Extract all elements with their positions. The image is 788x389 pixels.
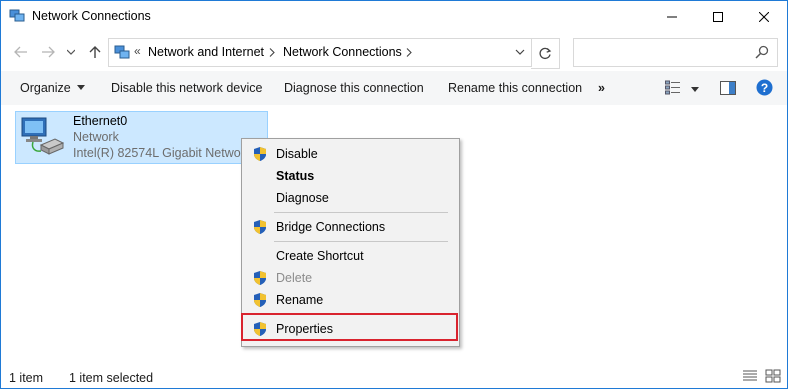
minimize-button[interactable]: [649, 1, 695, 32]
network-connections-icon: [9, 9, 25, 22]
up-button[interactable]: [85, 44, 105, 60]
search-icon: [755, 45, 769, 59]
network-adapter-icon: [21, 117, 65, 155]
window-title: Network Connections: [32, 9, 151, 23]
maximize-icon: [713, 11, 723, 22]
connection-status: Network: [73, 130, 119, 144]
arrow-right-icon: [42, 46, 55, 58]
uac-shield-icon: [254, 322, 266, 336]
change-view-icon[interactable]: [665, 80, 681, 95]
uac-shield-icon: [254, 220, 266, 234]
back-button[interactable]: [11, 44, 31, 60]
diagnose-connection-button[interactable]: Diagnose this connection: [284, 81, 424, 95]
disable-device-button[interactable]: Disable this network device: [111, 81, 262, 95]
caret-down-icon: [76, 85, 85, 90]
large-icons-view-icon[interactable]: [765, 369, 781, 383]
chevron-right-icon[interactable]: [269, 48, 275, 57]
uac-shield-icon: [254, 293, 266, 307]
command-bar: Organize Disable this network device Dia…: [1, 71, 787, 105]
menu-item-delete: Delete: [244, 267, 457, 289]
refresh-button[interactable]: [531, 38, 560, 69]
menu-item-label: Delete: [276, 271, 313, 285]
menu-item-bridge-connections[interactable]: Bridge Connections: [244, 216, 457, 238]
recent-locations-button[interactable]: [64, 44, 78, 60]
search-box[interactable]: [573, 38, 778, 67]
menu-separator: [274, 212, 448, 213]
item-count: 1 item: [9, 371, 44, 385]
menu-item-properties[interactable]: Properties: [244, 318, 457, 340]
menu-item-label: Disable: [276, 147, 318, 161]
close-button[interactable]: [741, 1, 787, 32]
refresh-icon: [538, 47, 551, 60]
menu-item-label: Rename: [276, 293, 324, 307]
menu-item-status[interactable]: Status: [244, 165, 457, 187]
address-row: « Network and Internet Network Connectio…: [1, 32, 787, 70]
more-commands-button[interactable]: »: [598, 81, 605, 95]
chevron-right-icon[interactable]: [406, 48, 412, 57]
view-options-dropdown[interactable]: [691, 87, 699, 92]
status-bar: 1 item 1 item selected: [1, 363, 787, 388]
uac-shield-icon: [254, 271, 266, 285]
menu-item-diagnose[interactable]: Diagnose: [244, 187, 457, 209]
menu-item-create-shortcut[interactable]: Create Shortcut: [244, 245, 457, 267]
menu-item-label: Properties: [276, 322, 333, 336]
breadcrumb-network-connections[interactable]: Network Connections: [283, 45, 402, 59]
chevron-down-icon: [67, 49, 75, 55]
context-menu: Disable Status Diagnose Bridge Connectio…: [241, 138, 460, 347]
network-connections-icon: [114, 45, 130, 59]
connection-adapter: Intel(R) 82574L Gigabit Network: [73, 146, 252, 160]
menu-separator: [274, 314, 448, 315]
arrow-left-icon: [14, 46, 27, 58]
help-icon[interactable]: ?: [756, 79, 773, 96]
menu-item-label: Status: [276, 169, 315, 183]
rename-connection-button[interactable]: Rename this connection: [448, 81, 582, 95]
close-icon: [759, 11, 769, 22]
connection-item-ethernet0[interactable]: Ethernet0 Network Intel(R) 82574L Gigabi…: [15, 111, 268, 164]
menu-item-label: Diagnose: [276, 191, 329, 205]
menu-item-rename[interactable]: Rename: [244, 289, 457, 311]
svg-text:?: ?: [761, 81, 768, 95]
search-input[interactable]: [580, 44, 744, 60]
selected-count: 1 item selected: [69, 371, 154, 385]
connection-name: Ethernet0: [73, 114, 128, 128]
breadcrumb-overflow[interactable]: «: [134, 44, 141, 58]
preview-pane-icon[interactable]: [720, 81, 736, 95]
uac-shield-icon: [254, 147, 266, 161]
organize-menu[interactable]: Organize: [20, 81, 85, 95]
menu-item-label: Bridge Connections: [276, 220, 386, 234]
arrow-up-icon: [89, 46, 101, 58]
menu-separator: [274, 241, 448, 242]
maximize-button[interactable]: [695, 1, 741, 32]
forward-button[interactable]: [38, 44, 58, 60]
menu-item-disable[interactable]: Disable: [244, 143, 457, 165]
menu-item-label: Create Shortcut: [276, 249, 364, 263]
minimize-icon: [667, 16, 677, 17]
chevron-down-icon[interactable]: [515, 47, 525, 57]
breadcrumb-network-and-internet[interactable]: Network and Internet: [148, 45, 264, 59]
title-bar: Network Connections: [1, 1, 787, 32]
details-view-icon[interactable]: [742, 369, 758, 383]
address-bar[interactable]: « Network and Internet Network Connectio…: [108, 38, 532, 67]
organize-label: Organize: [20, 81, 71, 95]
